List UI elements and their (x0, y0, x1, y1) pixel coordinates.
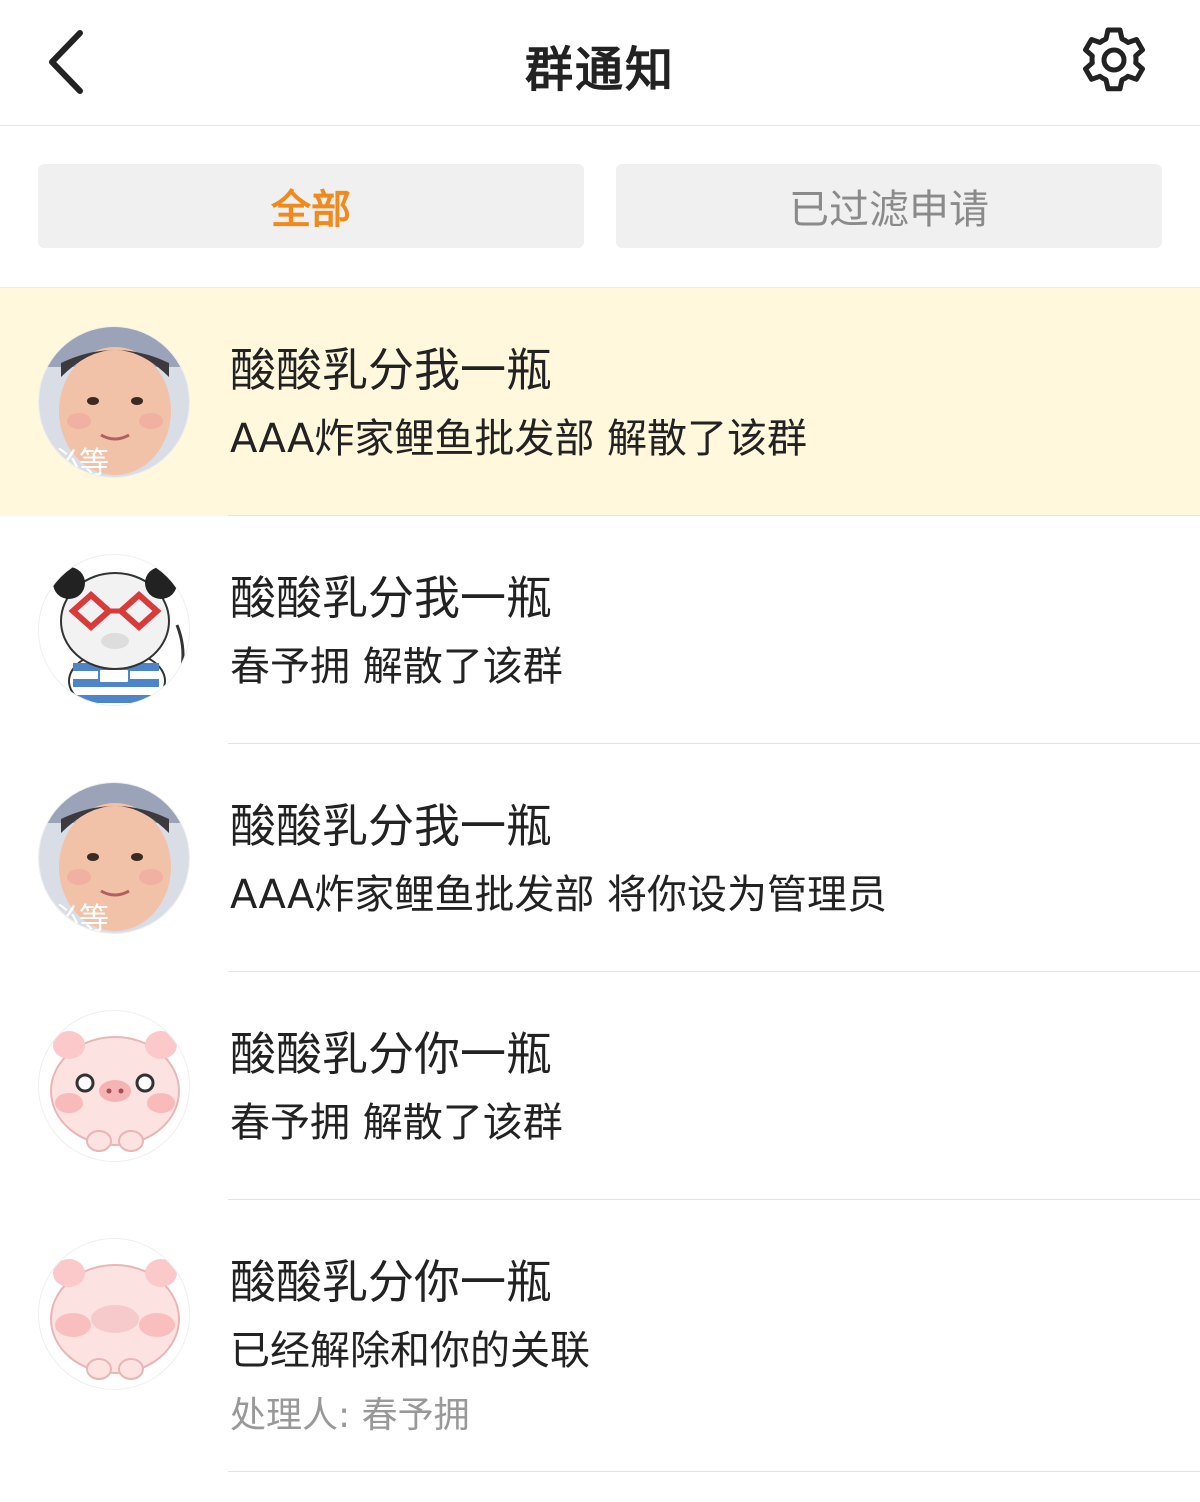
svg-text:必等: 必等 (49, 446, 109, 478)
notification-message: AAA炸家鲤鱼批发部 将你设为管理员 (230, 872, 888, 918)
group-name: 酸酸乳分我一瓶 (230, 343, 552, 397)
pig-avatar-icon (39, 1239, 189, 1389)
boy-photo-avatar-icon: 必等 (39, 783, 189, 934)
notification-list: 必等 酸酸乳分我一瓶 AAA炸家鲤鱼批发部 解散了该群 酸酸乳分我一瓶 春予拥 … (0, 288, 1200, 1472)
group-name: 酸酸乳分你一瓶 (230, 1255, 552, 1309)
group-name: 酸酸乳分你一瓶 (230, 1027, 552, 1081)
group-name: 酸酸乳分我一瓶 (230, 799, 552, 853)
top-bar: 群通知 (0, 0, 1200, 126)
tab-all[interactable]: 全部 (38, 164, 584, 248)
list-item[interactable]: 必等 酸酸乳分我一瓶 AAA炸家鲤鱼批发部 将你设为管理员 (0, 744, 1200, 972)
list-item[interactable]: 酸酸乳分我一瓶 春予拥 解散了该群 (0, 516, 1200, 744)
boy-photo-avatar-icon: 必等 (39, 327, 189, 478)
avatar[interactable] (38, 1238, 190, 1390)
handler-text: 处理人: 春予拥 (230, 1395, 470, 1436)
notification-message: 春予拥 解散了该群 (230, 1100, 563, 1146)
panda-avatar-icon (39, 555, 189, 705)
avatar[interactable]: 必等 (38, 782, 190, 934)
avatar[interactable] (38, 554, 190, 706)
list-item[interactable]: 酸酸乳分你一瓶 已经解除和你的关联 处理人: 春予拥 (0, 1200, 1200, 1472)
page-title: 群通知 (524, 42, 675, 98)
list-item[interactable]: 酸酸乳分你一瓶 春予拥 解散了该群 (0, 972, 1200, 1200)
filter-tabs: 全部 已过滤申请 (0, 126, 1200, 288)
list-item[interactable]: 必等 酸酸乳分我一瓶 AAA炸家鲤鱼批发部 解散了该群 (0, 288, 1200, 516)
avatar[interactable] (38, 1010, 190, 1162)
svg-text:必等: 必等 (49, 902, 109, 934)
group-name: 酸酸乳分我一瓶 (230, 571, 552, 625)
tab-filtered-requests[interactable]: 已过滤申请 (616, 164, 1162, 248)
divider (228, 1471, 1200, 1472)
notification-message: 已经解除和你的关联 (230, 1328, 590, 1374)
settings-button[interactable] (1074, 20, 1154, 100)
pig-avatar-icon (39, 1011, 189, 1161)
avatar[interactable]: 必等 (38, 326, 190, 478)
notification-message: 春予拥 解散了该群 (230, 644, 563, 690)
gear-icon (1083, 27, 1145, 92)
notification-message: AAA炸家鲤鱼批发部 解散了该群 (230, 416, 808, 462)
